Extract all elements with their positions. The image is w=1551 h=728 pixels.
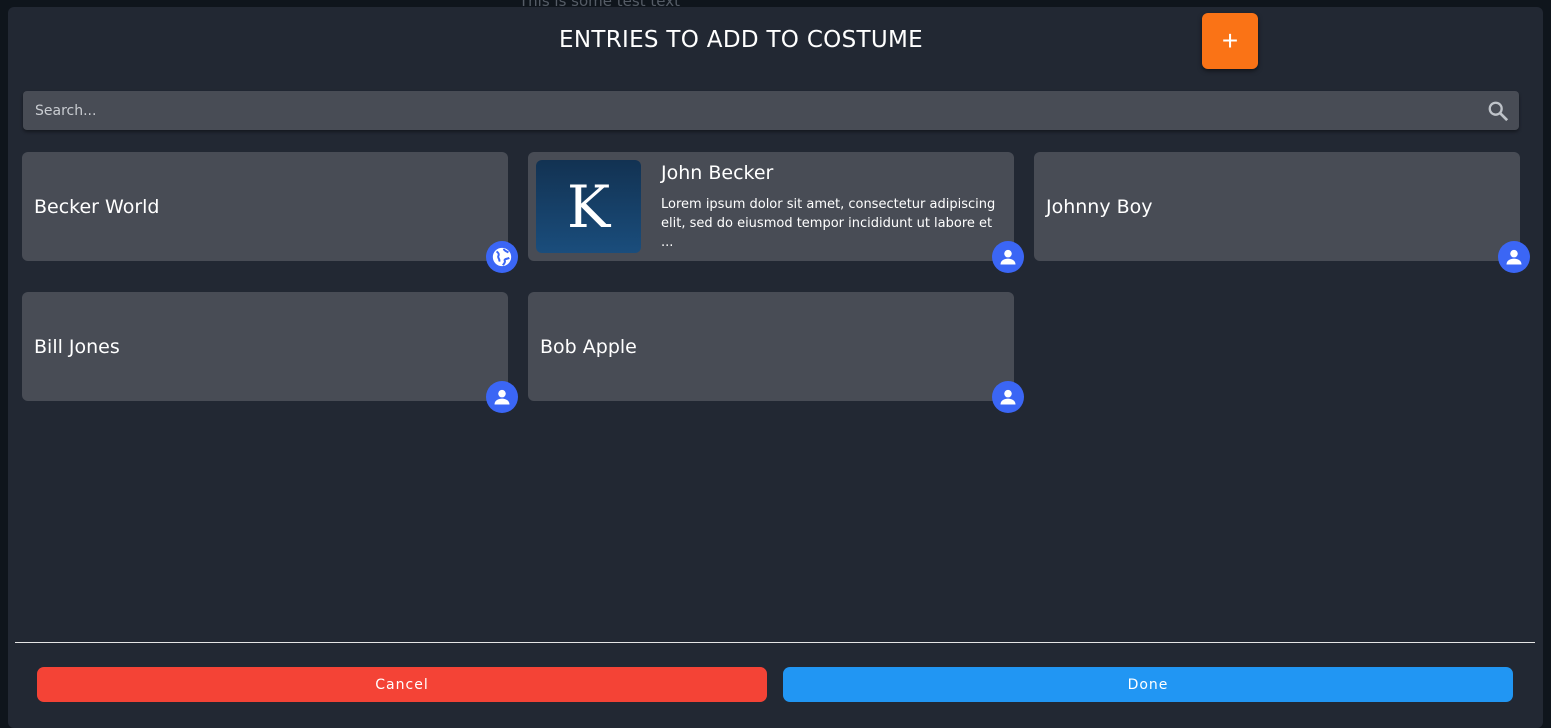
entry-name: Becker World (34, 196, 160, 218)
person-icon (1498, 241, 1530, 273)
entry-card[interactable]: Johnny Boy (1034, 152, 1530, 273)
entry-description: Lorem ipsum dolor sit amet, consectetur … (661, 197, 996, 250)
search-bar (23, 91, 1519, 130)
search-input[interactable] (23, 91, 1519, 130)
done-button[interactable]: Done (783, 667, 1513, 702)
entry-thumbnail: K (536, 160, 641, 253)
entry-name: Bob Apple (540, 336, 637, 358)
entry-card[interactable]: Bill Jones (22, 292, 518, 413)
entry-card[interactable]: Bob Apple (528, 292, 1024, 413)
search-icon[interactable] (1487, 100, 1509, 122)
add-entry-button[interactable]: + (1202, 13, 1258, 69)
person-icon (486, 381, 518, 413)
entry-name: John Becker (661, 162, 774, 184)
globe-icon (486, 241, 518, 273)
divider (15, 642, 1535, 643)
entry-name: Bill Jones (34, 336, 120, 358)
person-icon (992, 241, 1024, 273)
person-icon (992, 381, 1024, 413)
entries-modal: ENTRIES TO ADD TO COSTUME + Becker World… (8, 7, 1543, 728)
entry-card[interactable]: K John Becker Lorem ipsum dolor sit amet… (528, 152, 1024, 273)
entry-card[interactable]: Becker World (22, 152, 518, 273)
cancel-button[interactable]: Cancel (37, 667, 767, 702)
entry-name: Johnny Boy (1046, 196, 1153, 218)
